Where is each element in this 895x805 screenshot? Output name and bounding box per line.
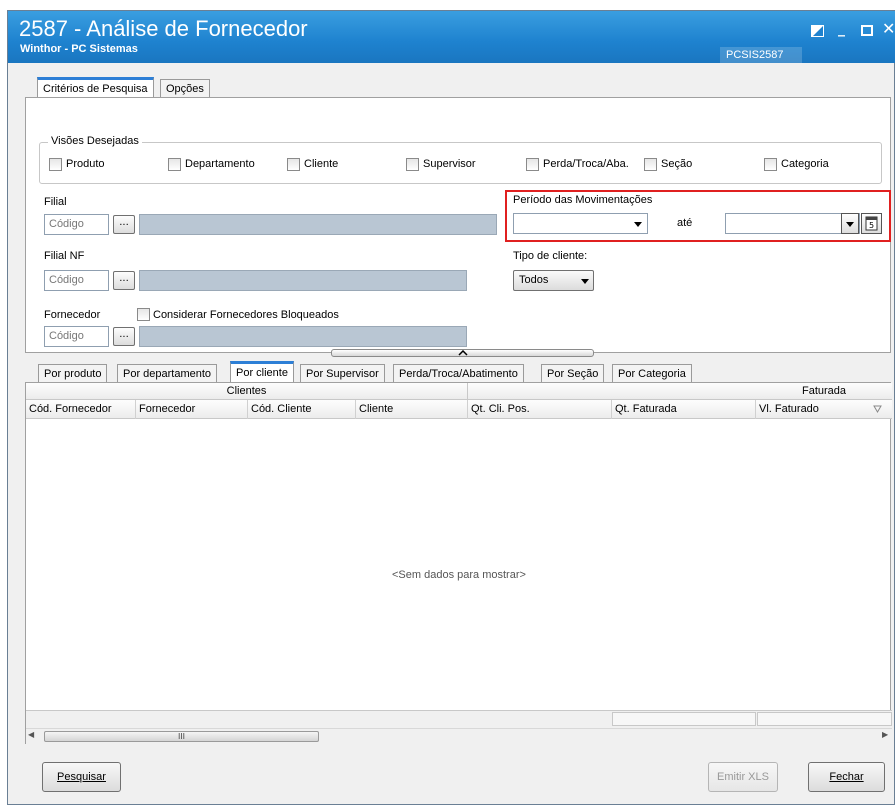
label-secao: Seção xyxy=(661,158,693,170)
fechar-button[interactable]: Fechar xyxy=(808,762,885,792)
label-produto: Produto xyxy=(66,158,105,170)
chevron-down-icon xyxy=(846,222,854,227)
checkbox-supervisor[interactable] xyxy=(406,158,419,171)
filial-nf-label: Filial NF xyxy=(44,250,85,262)
summary-qt-faturada xyxy=(612,712,756,726)
main-window: 2587 - Análise de Fornecedor Winthor - P… xyxy=(7,10,895,805)
fechar-label: Fechar xyxy=(829,771,864,783)
svg-text:5: 5 xyxy=(869,221,874,230)
label-categoria: Categoria xyxy=(781,158,829,170)
tipo-cliente-select[interactable]: Todos xyxy=(513,270,594,291)
periodo-start-combo[interactable] xyxy=(513,213,648,234)
tab-opcoes[interactable]: Opções xyxy=(160,79,210,97)
visoes-legend: Visões Desejadas xyxy=(48,135,142,147)
checkbox-departamento[interactable] xyxy=(168,158,181,171)
filial-label: Filial xyxy=(44,196,67,208)
col-cod-fornecedor[interactable]: Cód. Fornecedor xyxy=(26,400,136,419)
window-subtitle: Winthor - PC Sistemas xyxy=(20,43,138,55)
tipo-cliente-label: Tipo de cliente: xyxy=(513,250,588,262)
tab-por-secao[interactable]: Por Seção xyxy=(541,364,605,382)
filial-search-button[interactable]: ... xyxy=(113,215,135,234)
empty-message: <Sem dados para mostrar> xyxy=(392,569,526,581)
tab-por-supervisor[interactable]: Por Supervisor xyxy=(300,364,385,382)
routine-code: PCSIS2587 xyxy=(720,47,802,63)
tab-por-categoria[interactable]: Por Categoria xyxy=(612,364,692,382)
filial-nf-description xyxy=(139,270,467,291)
tab-por-cliente[interactable]: Por cliente xyxy=(230,361,294,382)
col-cod-cliente[interactable]: Cód. Cliente xyxy=(248,400,356,419)
filial-description xyxy=(139,214,497,235)
calendar-icon: 5 xyxy=(865,216,878,231)
checkbox-secao[interactable] xyxy=(644,158,657,171)
checkbox-cliente[interactable] xyxy=(287,158,300,171)
tab-perda-troca-label: Perda/Troca/Abatimento xyxy=(399,368,518,380)
emitir-xls-label: Emitir XLS xyxy=(717,771,769,783)
fornecedor-label: Fornecedor xyxy=(44,309,101,321)
band-clientes: Clientes xyxy=(26,383,468,400)
label-cliente: Cliente xyxy=(304,158,339,170)
chevron-down-icon xyxy=(581,279,589,284)
tab-criterios-label: Critérios de Pesquisa xyxy=(43,83,148,95)
scroll-thumb[interactable]: III xyxy=(44,731,319,742)
summary-vl-faturado xyxy=(757,712,892,726)
title-bar: 2587 - Análise de Fornecedor Winthor - P… xyxy=(8,11,895,63)
filial-nf-search-button[interactable]: ... xyxy=(113,271,135,290)
periodo-label: Período das Movimentações xyxy=(513,194,653,206)
checkbox-perda-troca[interactable] xyxy=(526,158,539,171)
scroll-right-icon[interactable]: ▶ xyxy=(882,730,888,739)
col-qt-cli-pos[interactable]: Qt. Cli. Pos. xyxy=(468,400,612,419)
filial-nf-code-input[interactable]: Código xyxy=(44,270,109,291)
periodo-end-dropdown-button[interactable] xyxy=(841,213,859,234)
fornecedor-code-input[interactable]: Código xyxy=(44,326,109,347)
restore-icon[interactable] xyxy=(811,25,824,37)
maximize-icon[interactable] xyxy=(861,25,873,36)
pesquisar-button[interactable]: Pesquisar xyxy=(42,762,121,792)
checkbox-fornecedores-bloqueados[interactable] xyxy=(137,308,150,321)
fornecedor-description xyxy=(139,326,467,347)
scroll-left-icon[interactable]: ◀ xyxy=(28,730,34,739)
splitter-handle[interactable] xyxy=(331,349,594,357)
tab-por-secao-label: Por Seção xyxy=(547,368,599,380)
tab-por-cliente-label: Por cliente xyxy=(236,367,288,379)
col-qt-faturada[interactable]: Qt. Faturada xyxy=(612,400,756,419)
periodo-separator: até xyxy=(677,217,693,229)
minimize-icon[interactable]: _ xyxy=(838,21,845,37)
tab-opcoes-label: Opções xyxy=(166,83,204,95)
tab-por-produto[interactable]: Por produto xyxy=(38,364,108,382)
checkbox-produto[interactable] xyxy=(49,158,62,171)
col-cliente[interactable]: Cliente xyxy=(356,400,468,419)
tab-por-categoria-label: Por Categoria xyxy=(618,368,686,380)
periodo-end-combo[interactable] xyxy=(725,213,860,234)
tab-perda-troca[interactable]: Perda/Troca/Abatimento xyxy=(393,364,524,382)
col-fornecedor[interactable]: Fornecedor xyxy=(136,400,248,419)
tab-por-departamento[interactable]: Por departamento xyxy=(117,364,218,382)
fornecedores-bloqueados-label: Considerar Fornecedores Bloqueados xyxy=(153,309,339,321)
filial-code-input[interactable]: Código xyxy=(44,214,109,235)
tab-por-departamento-label: Por departamento xyxy=(123,368,212,380)
chevron-up-icon xyxy=(458,350,468,356)
tab-criterios[interactable]: Critérios de Pesquisa xyxy=(37,77,154,97)
tipo-cliente-value: Todos xyxy=(519,274,549,286)
band-faturada: Faturada xyxy=(802,385,847,397)
window-title: 2587 - Análise de Fornecedor xyxy=(19,16,308,41)
filter-icon[interactable] xyxy=(873,405,882,413)
close-icon[interactable]: ✕ xyxy=(882,19,895,38)
col-vl-faturado[interactable]: Vl. Faturado xyxy=(756,400,892,419)
tab-por-produto-label: Por produto xyxy=(44,368,102,380)
results-grid: Clientes Faturada Cód. Fornecedor Fornec… xyxy=(25,382,892,744)
label-departamento: Departamento xyxy=(185,158,255,170)
calendar-button[interactable]: 5 xyxy=(861,213,882,234)
checkbox-categoria[interactable] xyxy=(764,158,777,171)
chevron-down-icon xyxy=(634,222,642,227)
fornecedor-search-button[interactable]: ... xyxy=(113,327,135,346)
label-perda-troca: Perda/Troca/Aba. xyxy=(543,158,629,170)
tab-por-supervisor-label: Por Supervisor xyxy=(306,368,379,380)
pesquisar-label: Pesquisar xyxy=(57,771,106,783)
emitir-xls-button[interactable]: Emitir XLS xyxy=(708,762,778,792)
criteria-panel: Visões Desejadas Produto Departamento Cl… xyxy=(25,97,891,353)
label-supervisor: Supervisor xyxy=(423,158,476,170)
